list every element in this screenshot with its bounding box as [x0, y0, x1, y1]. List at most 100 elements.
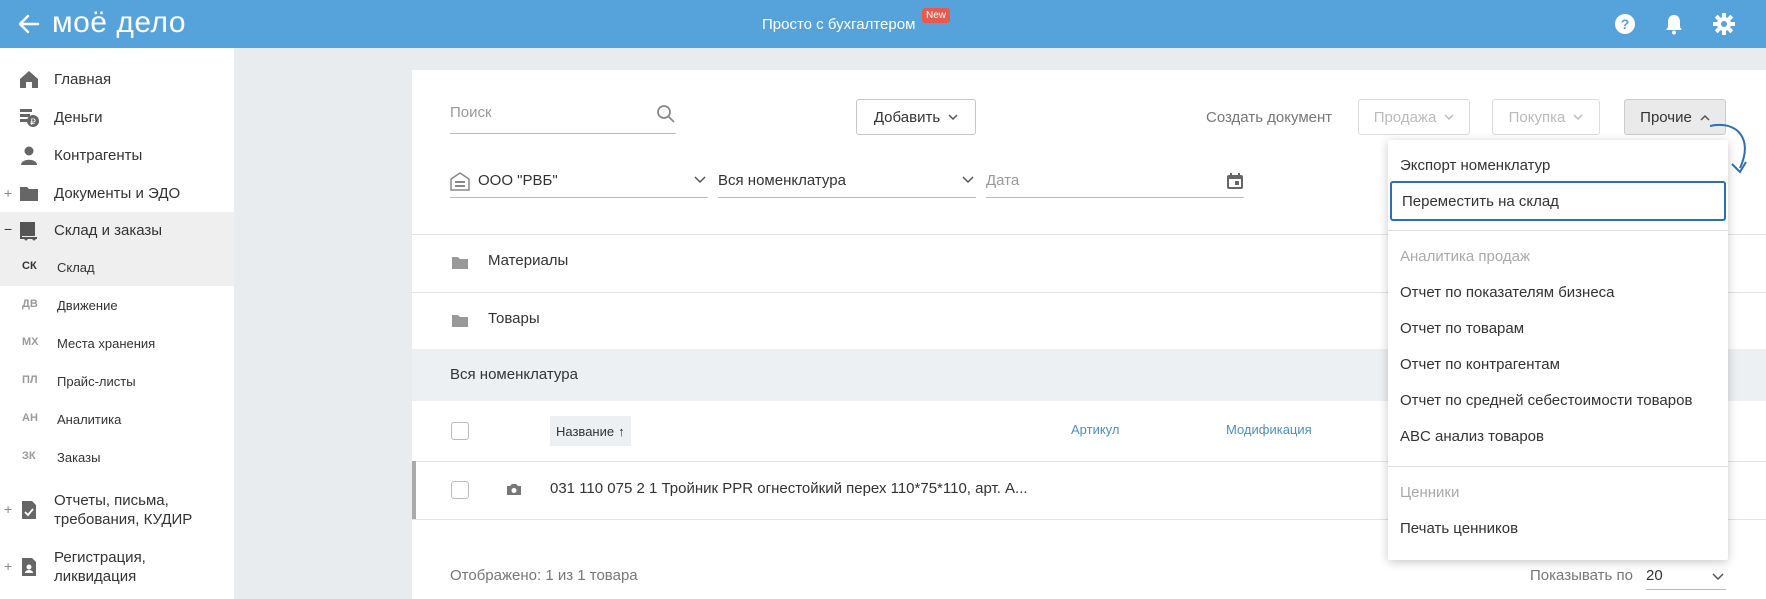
- sidebar-item-money[interactable]: ₽ Деньги: [0, 102, 234, 132]
- search-field[interactable]: [450, 104, 676, 134]
- sidebar-item-documents[interactable]: + Документы и ЭДО: [0, 178, 234, 208]
- date-field[interactable]: Дата: [986, 164, 1244, 198]
- date-placeholder: Дата: [986, 172, 1020, 189]
- menu-separator: [1388, 230, 1728, 231]
- sidebar-item-label: Главная: [54, 70, 112, 88]
- row-checkbox[interactable]: [451, 481, 469, 499]
- add-button[interactable]: Добавить: [856, 99, 976, 135]
- subitem-abbr: ЗК: [22, 450, 36, 462]
- annotation-arrow-icon: [1709, 123, 1747, 174]
- menu-item-cost-report[interactable]: Отчет по средней себестоимости товаров: [1388, 382, 1728, 418]
- accountant-link[interactable]: Просто с бухгалтером: [762, 16, 915, 33]
- svg-text:?: ?: [1621, 16, 1630, 32]
- help-icon[interactable]: ?: [1613, 12, 1637, 36]
- subitem-abbr: МХ: [22, 336, 39, 348]
- folder-icon: [452, 257, 468, 269]
- registration-icon: [22, 558, 36, 576]
- expand-icon[interactable]: +: [4, 501, 12, 517]
- per-page-label: Показывать по: [1530, 567, 1633, 584]
- sidebar-item-contractors[interactable]: Контрагенты: [0, 140, 234, 170]
- camera-icon[interactable]: [506, 483, 522, 496]
- subitem-label: Аналитика: [57, 412, 122, 427]
- sidebar-item-label: Склад и заказы: [54, 222, 163, 239]
- chevron-down-icon: [694, 176, 706, 184]
- contractors-icon: [21, 146, 37, 165]
- back-arrow-icon[interactable]: [16, 11, 42, 37]
- search-input[interactable]: [450, 104, 640, 121]
- sidebar-subitem-analytics[interactable]: АН Аналитика: [0, 400, 234, 438]
- sidebar-item-warehouse[interactable]: − Склад и заказы: [0, 212, 234, 248]
- per-page-select[interactable]: 20: [1646, 560, 1726, 590]
- add-button-label: Добавить: [873, 108, 941, 126]
- menu-item-contractors-report[interactable]: Отчет по контрагентам: [1388, 346, 1728, 382]
- sidebar-subitem-movement[interactable]: ДВ Движение: [0, 286, 234, 324]
- collapse-icon[interactable]: −: [4, 221, 12, 237]
- new-badge: New: [922, 8, 951, 23]
- sidebar-subitem-sklad[interactable]: СК Склад: [0, 248, 234, 286]
- subitem-label: Склад: [57, 260, 95, 275]
- column-name-label: Название: [556, 423, 615, 439]
- subitem-label: Места хранения: [57, 336, 156, 351]
- column-header-article[interactable]: Артикул: [1071, 422, 1119, 437]
- sidebar-item-home[interactable]: Главная: [0, 64, 234, 94]
- menu-separator: [1388, 466, 1728, 467]
- subitem-label: Движение: [57, 298, 118, 313]
- sidebar-subitem-orders[interactable]: ЗК Заказы: [0, 438, 234, 476]
- shown-count: Отображено: 1 из 1 товара: [450, 567, 638, 584]
- menu-item-move-to-warehouse[interactable]: Переместить на склад: [1390, 181, 1726, 221]
- subitem-abbr: АН: [22, 412, 38, 424]
- chevron-down-icon: [1573, 113, 1583, 120]
- folder-icon: [452, 315, 468, 327]
- search-icon[interactable]: [656, 104, 676, 124]
- row-marker: [412, 461, 416, 519]
- sidebar-item-label: Деньги: [54, 108, 103, 126]
- chevron-down-icon: [948, 113, 958, 120]
- folder-icon: [20, 187, 38, 201]
- gear-icon[interactable]: [1712, 12, 1736, 36]
- per-page-value: 20: [1646, 567, 1663, 584]
- row-name[interactable]: 031 110 075 2 1 Тройник PPR огнестойкий …: [550, 480, 1028, 497]
- nomenclature-value: Вся номенклатура: [718, 172, 846, 189]
- subitem-abbr: СК: [22, 260, 37, 272]
- calendar-icon[interactable]: [1226, 172, 1244, 190]
- sidebar-subitem-storage[interactable]: МХ Места хранения: [0, 324, 234, 362]
- organization-value: ООО "РВБ": [478, 172, 558, 189]
- create-document-label: Создать документ: [1206, 109, 1333, 126]
- menu-item-business-report[interactable]: Отчет по показателям бизнеса: [1388, 274, 1728, 310]
- subitem-abbr: ПЛ: [22, 374, 38, 386]
- chevron-down-icon: [1444, 113, 1454, 120]
- sidebar-item-label: Документы и ЭДО: [54, 184, 181, 202]
- sidebar-item-reports[interactable]: + Отчеты, письма, требования, КУДИР: [0, 488, 234, 532]
- top-bar: моё дело Просто с бухгалтером New ?: [0, 0, 1766, 48]
- menu-item-print-price-tags[interactable]: Печать ценников: [1388, 510, 1728, 546]
- sidebar: Главная ₽ Деньги Контрагенты + Документы…: [0, 48, 234, 599]
- sale-button[interactable]: Продажа: [1358, 99, 1470, 135]
- home-icon: [20, 71, 38, 88]
- chevron-down-icon: [962, 176, 974, 184]
- money-icon: ₽: [20, 109, 39, 127]
- folder-label: Товары: [488, 310, 540, 327]
- nomenclature-select[interactable]: Вся номенклатура: [718, 164, 976, 198]
- menu-item-export[interactable]: Экспорт номенклатур: [1388, 147, 1728, 183]
- sidebar-item-label-line1: Регистрация,: [54, 549, 146, 566]
- organization-select[interactable]: ООО "РВБ": [450, 164, 708, 198]
- purchase-button-label: Покупка: [1508, 108, 1566, 126]
- select-all-checkbox[interactable]: [451, 422, 469, 440]
- sidebar-subitem-pricelists[interactable]: ПЛ Прайс-листы: [0, 362, 234, 400]
- report-icon: [22, 501, 36, 519]
- subitem-abbr: ДВ: [22, 298, 38, 310]
- menu-item-goods-report[interactable]: Отчет по товарам: [1388, 310, 1728, 346]
- other-button-label: Прочие: [1640, 108, 1692, 126]
- sale-button-label: Продажа: [1373, 108, 1437, 126]
- purchase-button[interactable]: Покупка: [1492, 99, 1600, 135]
- expand-icon[interactable]: +: [4, 185, 12, 201]
- logo[interactable]: моё дело: [52, 6, 186, 40]
- bell-icon[interactable]: [1662, 12, 1686, 36]
- menu-item-abc-analysis[interactable]: ABC анализ товаров: [1388, 418, 1728, 454]
- column-header-name[interactable]: Название ↑: [550, 416, 631, 446]
- column-header-modification[interactable]: Модификация: [1226, 422, 1312, 437]
- expand-icon[interactable]: +: [4, 558, 12, 574]
- sidebar-item-registration[interactable]: + Регистрация, ликвидация: [0, 545, 234, 589]
- svg-text:₽: ₽: [30, 117, 36, 127]
- menu-header-price-tags: Ценники: [1400, 483, 1460, 501]
